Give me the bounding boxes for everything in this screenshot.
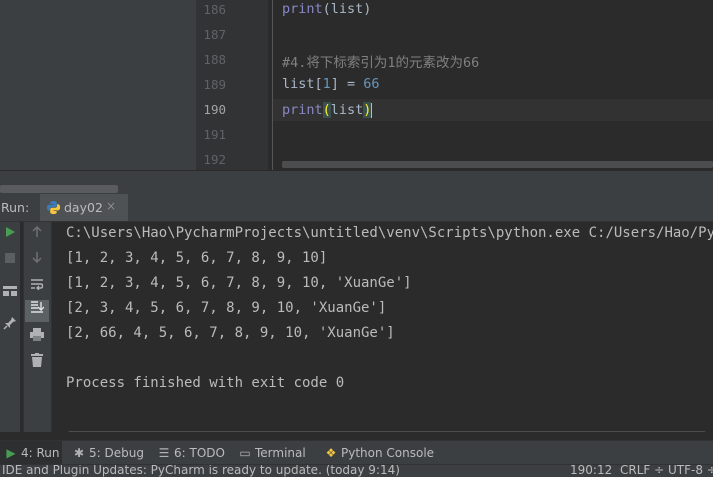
console-horizontal-scrollbar[interactable] — [68, 431, 706, 432]
status-caret-position[interactable]: 190:12 — [570, 465, 612, 477]
clear-all-button[interactable] — [27, 353, 47, 373]
play-icon — [6, 227, 15, 237]
line-number: 189 — [203, 77, 226, 92]
console-output-line: [1, 2, 3, 4, 5, 6, 7, 8, 9, 10] — [66, 250, 328, 266]
arrow-up-icon — [32, 225, 42, 237]
line-number: 192 — [203, 152, 226, 167]
code-token-print: print — [282, 102, 323, 118]
tab-debug[interactable]: ✱ 5: Debug — [72, 441, 144, 465]
python-icon — [46, 200, 61, 215]
line-number: 186 — [203, 2, 226, 17]
tab-todo-label: 6: TODO — [174, 446, 225, 460]
code-line-188[interactable]: #4.将下标索引为1的元素改为66 — [282, 51, 479, 71]
code-line-186[interactable]: print(list) — [282, 1, 371, 17]
run-toolbar-primary — [0, 222, 20, 432]
todo-list-icon: ☰ — [158, 446, 170, 460]
layout-button[interactable] — [0, 284, 20, 304]
console-output-line: [1, 2, 3, 4, 5, 6, 7, 8, 9, 10, 'XuanGe'… — [66, 275, 412, 291]
project-horizontal-scrollbar[interactable] — [0, 185, 118, 193]
print-icon — [30, 328, 44, 341]
code-token-assign: ] = — [330, 76, 364, 92]
trash-icon — [31, 353, 43, 367]
terminal-icon: ▭ — [239, 446, 251, 460]
code-token-args: (list) — [322, 1, 372, 17]
tab-terminal[interactable]: ▭ Terminal — [238, 441, 306, 465]
stop-button[interactable] — [0, 250, 20, 270]
console-exit-message: Process finished with exit code 0 — [66, 375, 345, 391]
bug-icon: ✱ — [73, 446, 85, 460]
code-line-189[interactable]: list[1] = 66 — [282, 76, 380, 92]
tab-run-label: 4: Run — [21, 446, 60, 460]
tab-debug-label: 5: Debug — [89, 446, 144, 460]
run-tab-label: day02 — [64, 200, 103, 215]
tab-terminal-label: Terminal — [255, 446, 306, 460]
print-button[interactable] — [27, 328, 47, 348]
line-number: 191 — [203, 127, 226, 142]
gutter-separator — [272, 0, 273, 170]
run-panel-title: Run: — [1, 200, 30, 215]
play-icon: ▶ — [6, 446, 16, 460]
line-number: 188 — [203, 52, 226, 67]
status-line-separator[interactable]: CRLF ÷ — [620, 465, 664, 477]
console-output-line: [2, 66, 4, 5, 6, 7, 8, 9, 10, 'XuanGe'] — [66, 325, 395, 341]
line-number-current: 190 — [203, 102, 226, 117]
scroll-to-end-button[interactable] — [25, 300, 49, 322]
close-icon[interactable]: × — [106, 199, 116, 213]
rerun-button[interactable] — [0, 225, 20, 245]
pin-button[interactable] — [0, 316, 20, 336]
soft-wrap-button[interactable] — [27, 277, 47, 297]
run-config-tab[interactable]: day02 × — [40, 194, 128, 221]
code-token-index: 1 — [322, 76, 331, 92]
layout-icon — [3, 286, 17, 296]
status-update-message[interactable]: IDE and Plugin Updates: PyCharm is ready… — [2, 465, 400, 477]
tab-run[interactable]: ▶ 4: Run — [0, 441, 62, 465]
line-number-gutter: 186 187 188 189 190 191 192 — [196, 0, 268, 170]
tab-python-console-label: Python Console — [341, 446, 435, 460]
console-command-line: C:\Users\Hao\PycharmProjects\untitled\ve… — [66, 225, 713, 241]
panel-splitter[interactable] — [0, 170, 713, 195]
status-encoding[interactable]: UTF-8 ÷ — [668, 465, 713, 477]
status-bar: IDE and Plugin Updates: PyCharm is ready… — [0, 464, 713, 477]
tool-window-tabs: ▶ 4: Run ✱ 5: Debug ☰ 6: TODO ▭ Terminal ❖ Py… — [0, 440, 713, 465]
editor-horizontal-scrollbar[interactable] — [282, 161, 713, 168]
code-editor[interactable]: 186 187 188 189 190 191 192 print(list) … — [0, 0, 713, 170]
console-output-line: [2, 3, 4, 5, 6, 7, 8, 9, 10, 'XuanGe'] — [66, 300, 387, 316]
tab-python-console[interactable]: ❖ Python Console — [324, 441, 434, 465]
scroll-up-button[interactable] — [27, 225, 47, 245]
code-token-value: 66 — [363, 76, 380, 92]
scroll-to-end-icon — [31, 301, 45, 313]
arrow-down-icon — [32, 252, 42, 264]
stop-icon — [5, 253, 15, 263]
scroll-down-button[interactable] — [27, 250, 47, 270]
code-token-list: list[ — [282, 76, 323, 92]
project-panel-edge — [0, 0, 196, 170]
pin-icon — [3, 317, 16, 330]
text-caret — [371, 102, 373, 118]
code-token-arg: list — [330, 102, 364, 118]
run-console-output[interactable]: C:\Users\Hao\PycharmProjects\untitled\ve… — [52, 222, 713, 432]
line-number: 187 — [203, 27, 226, 42]
run-tool-window-header: Run: day02 × — [0, 194, 713, 222]
code-comment: #4.将下标索引为1的元素改为66 — [282, 55, 480, 71]
code-line-190-current[interactable]: print(list) — [273, 99, 713, 121]
matched-brace-close: ) — [363, 102, 372, 118]
run-toolbar-secondary — [23, 222, 52, 432]
code-token-print: print — [282, 1, 323, 17]
matched-brace-open: ( — [322, 102, 331, 118]
soft-wrap-icon — [31, 279, 44, 291]
python-icon: ❖ — [325, 446, 337, 460]
tab-todo[interactable]: ☰ 6: TODO — [157, 441, 225, 465]
